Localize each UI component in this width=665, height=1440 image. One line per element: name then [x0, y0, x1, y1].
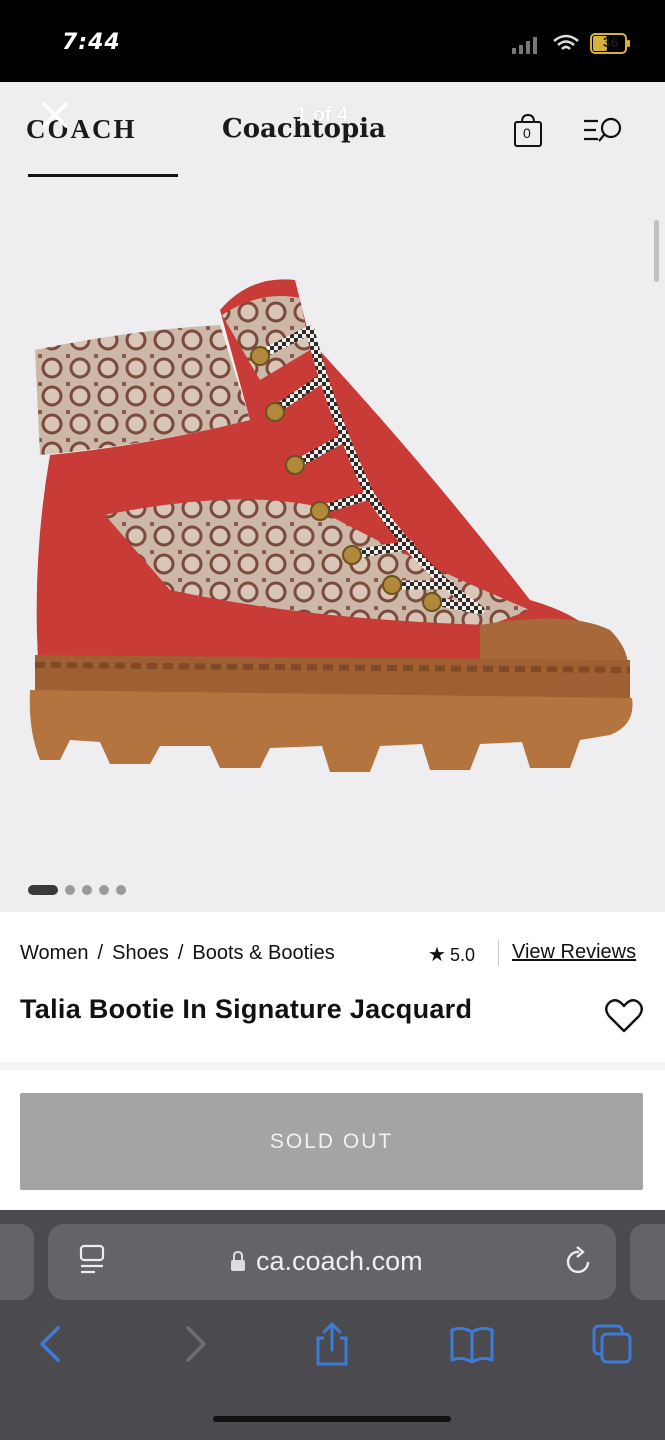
previous-tab-preview[interactable] [0, 1224, 34, 1300]
product-title: Talia Bootie In Signature Jacquard [20, 994, 473, 1024]
active-tab-underline [28, 174, 178, 177]
image-counter: 1 of 4 [296, 104, 349, 126]
product-info-section [0, 912, 665, 1062]
divider [498, 940, 499, 966]
cellular-signal-icon [512, 37, 537, 54]
breadcrumb-women[interactable]: Women [20, 942, 89, 965]
wifi-icon [553, 34, 579, 50]
breadcrumb-boots-booties[interactable]: Boots & Booties [192, 942, 334, 965]
tabs-icon[interactable] [588, 1320, 636, 1368]
carousel-dot-2[interactable] [65, 885, 75, 895]
carousel-dot-4[interactable] [99, 885, 109, 895]
url-text[interactable]: ca.coach.com [256, 1246, 423, 1277]
carousel-dot-1[interactable] [28, 885, 58, 895]
carousel-dot-5[interactable] [116, 885, 126, 895]
bookmarks-icon[interactable] [448, 1320, 496, 1368]
back-icon[interactable] [28, 1320, 76, 1368]
share-icon[interactable] [308, 1320, 356, 1368]
battery-level: 36 [603, 34, 619, 50]
rating-value: 5.0 [449, 945, 475, 965]
status-time: 7:44 [62, 30, 121, 55]
breadcrumb-shoes[interactable]: Shoes [112, 942, 169, 965]
reload-icon[interactable] [564, 1246, 594, 1278]
heart-icon[interactable] [604, 998, 644, 1034]
breadcrumb: Women / Shoes / Boots & Booties [20, 942, 335, 965]
sold-out-button[interactable]: SOLD OUT [20, 1093, 643, 1190]
home-indicator[interactable] [213, 1416, 451, 1422]
section-divider [0, 1062, 665, 1070]
forward-icon[interactable] [170, 1320, 218, 1368]
menu-search-icon[interactable] [582, 116, 624, 146]
scrollbar[interactable] [654, 220, 659, 282]
star-icon: ★ [428, 944, 446, 966]
bag-count: 0 [523, 125, 531, 141]
next-tab-preview[interactable] [630, 1224, 665, 1300]
product-image[interactable] [10, 270, 640, 790]
breadcrumb-separator: / [97, 942, 104, 964]
rating: ★ 5.0 [428, 942, 475, 967]
view-reviews-link[interactable]: View Reviews [512, 941, 636, 964]
page-menu-icon[interactable] [78, 1244, 106, 1278]
close-icon[interactable] [40, 100, 70, 130]
carousel-dots[interactable] [28, 884, 128, 896]
lock-icon [231, 1250, 245, 1271]
breadcrumb-separator: / [177, 942, 184, 964]
carousel-dot-3[interactable] [82, 885, 92, 895]
